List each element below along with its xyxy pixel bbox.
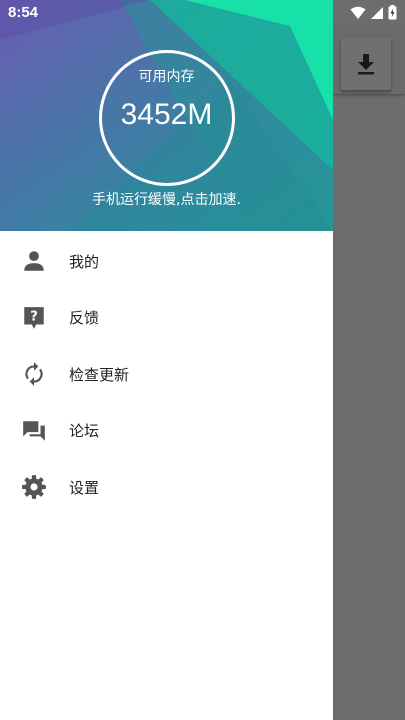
download-icon	[358, 54, 374, 75]
memory-label: 可用内存	[138, 69, 195, 85]
download-button[interactable]	[341, 38, 391, 90]
speed-boost-hint[interactable]: 手机运行缓慢,点击加速.	[0, 189, 333, 209]
gear-icon	[20, 473, 48, 501]
status-bar: 8:54	[0, 0, 405, 26]
drawer-header[interactable]: 可用内存 3452M 手机运行缓慢,点击加速.	[0, 0, 333, 231]
menu-label: 论坛	[69, 422, 100, 441]
menu-item-feedback[interactable]: ? 反馈	[0, 290, 333, 347]
refresh-icon	[20, 360, 48, 388]
person-icon	[20, 247, 48, 275]
status-time: 8:54	[8, 4, 39, 21]
svg-text:?: ?	[30, 309, 38, 324]
menu-label: 我的	[69, 252, 100, 271]
memory-value: 3452M	[120, 98, 213, 131]
menu-item-mine[interactable]: 我的	[0, 233, 333, 290]
menu-item-forum[interactable]: 论坛	[0, 403, 333, 460]
menu-label: 反馈	[69, 309, 100, 328]
menu-label: 检查更新	[69, 365, 130, 384]
menu-item-settings[interactable]: 设置	[0, 459, 333, 516]
cell-signal-icon	[371, 6, 383, 19]
feedback-icon: ?	[20, 304, 48, 332]
menu-item-check-update[interactable]: 检查更新	[0, 346, 333, 403]
wifi-icon	[350, 6, 366, 19]
status-icons	[350, 5, 397, 20]
navigation-drawer: 可用内存 3452M 手机运行缓慢,点击加速. 我的 ? 反馈 检查更新 论坛 …	[0, 0, 333, 720]
drawer-menu: 我的 ? 反馈 检查更新 论坛 设置	[0, 231, 333, 516]
battery-charging-icon	[388, 5, 397, 20]
screen: 8:54 可用内存 3452M 手机运行缓慢,点击加速. 我的 ? 反馈 检查更…	[0, 0, 405, 720]
app-toolbar	[333, 26, 405, 94]
menu-label: 设置	[69, 478, 100, 497]
forum-icon	[20, 417, 48, 445]
